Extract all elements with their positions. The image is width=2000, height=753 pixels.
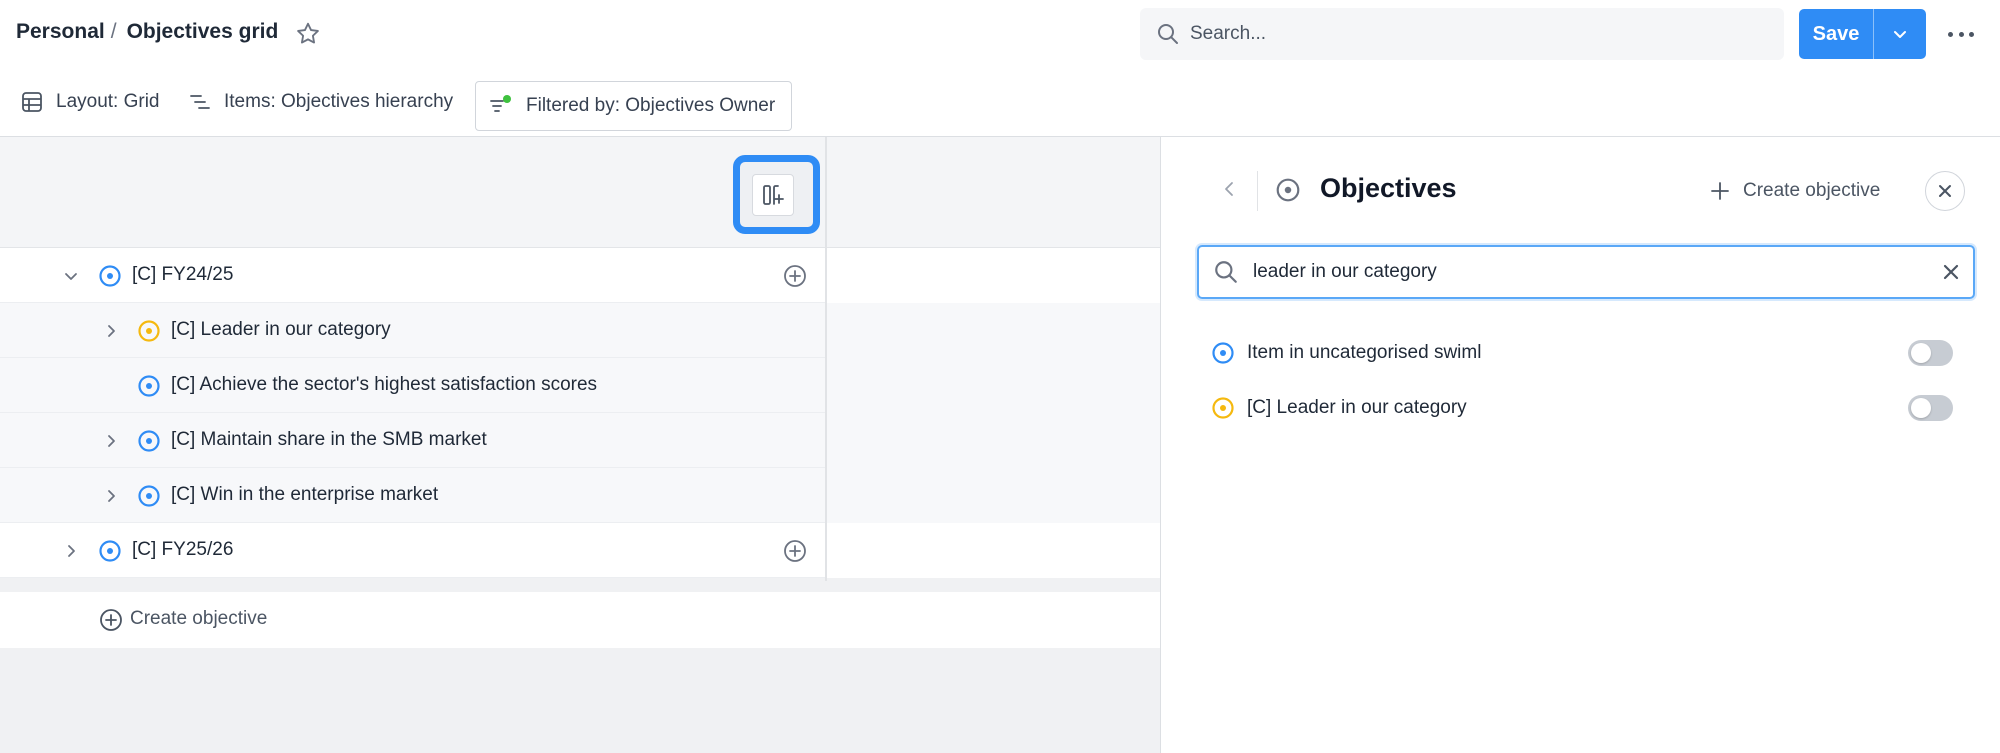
objective-icon — [99, 265, 121, 287]
save-options-button[interactable] — [1874, 9, 1926, 59]
close-icon — [1939, 185, 1951, 197]
clear-search-icon[interactable] — [1941, 262, 1961, 282]
filter-label: Filtered by: Objectives Owner — [526, 95, 776, 116]
list-item[interactable]: Item in uncategorised swiml — [1211, 333, 1971, 373]
result-label: Item in uncategorised swiml — [1247, 342, 1482, 363]
filter-icon — [490, 95, 511, 112]
panel-search-input[interactable] — [1253, 261, 1913, 283]
row-label[interactable]: [C] Maintain share in the SMB market — [171, 429, 487, 451]
items-button[interactable]: Items: Objectives hierarchy — [188, 82, 453, 122]
table-row[interactable]: [C] FY24/25 — [0, 248, 1160, 303]
breadcrumb-parent[interactable]: Personal — [16, 20, 105, 44]
grid-cell[interactable] — [827, 523, 1160, 578]
objective-icon — [138, 320, 160, 342]
objective-icon — [138, 375, 160, 397]
chevron-right-icon[interactable] — [102, 322, 120, 340]
objective-icon — [138, 430, 160, 452]
create-objective-label: Create objective — [1743, 180, 1881, 201]
toggle-knob — [1911, 343, 1931, 363]
create-objective-button[interactable]: Create objective — [1709, 177, 1880, 205]
save-split-button: Save — [1799, 9, 1926, 59]
add-circle-icon — [100, 609, 122, 631]
objective-icon — [1212, 342, 1234, 364]
objectives-grid: [C] FY24/25 [C] Leader in our category [… — [0, 137, 1160, 753]
save-button[interactable]: Save — [1799, 9, 1874, 59]
filter-button[interactable]: Filtered by: Objectives Owner — [475, 81, 793, 131]
panel-search[interactable] — [1197, 245, 1975, 299]
table-row[interactable]: [C] Win in the enterprise market — [0, 468, 1160, 523]
more-dot-icon — [1948, 31, 1953, 37]
objective-icon — [99, 540, 121, 562]
objective-icon — [138, 485, 160, 507]
chevron-left-icon[interactable] — [1219, 179, 1239, 199]
chevron-right-icon[interactable] — [62, 542, 80, 560]
grid-layout-icon — [22, 92, 42, 112]
grid-header — [0, 137, 1160, 248]
result-label: [C] Leader in our category — [1247, 397, 1467, 418]
add-column-icon — [763, 185, 784, 205]
create-objective-row[interactable]: Create objective — [0, 592, 1160, 648]
close-panel-button[interactable] — [1925, 171, 1965, 211]
panel-title: Objectives — [1320, 173, 1457, 203]
more-dot-icon — [1958, 31, 1964, 37]
more-options-button[interactable] — [1944, 20, 1978, 48]
breadcrumb: Personal / Objectives grid — [16, 20, 278, 44]
add-column-button[interactable] — [752, 174, 794, 216]
row-label[interactable]: [C] Win in the enterprise market — [171, 484, 438, 506]
table-row[interactable]: [C] Maintain share in the SMB market — [0, 413, 1160, 468]
grid-cell[interactable] — [827, 358, 1160, 413]
row-label[interactable]: [C] Leader in our category — [171, 319, 391, 341]
add-column-highlight — [733, 155, 820, 234]
include-toggle[interactable] — [1908, 340, 1953, 366]
layout-button[interactable]: Layout: Grid — [20, 82, 160, 122]
table-row[interactable]: [C] FY25/26 — [0, 523, 1160, 578]
search-icon — [1215, 261, 1237, 283]
hierarchy-icon — [190, 95, 210, 109]
header-divider — [1257, 171, 1258, 211]
search-icon — [1158, 24, 1178, 44]
chevron-down-icon[interactable] — [62, 267, 80, 285]
add-child-icon[interactable] — [783, 539, 807, 563]
row-label[interactable]: [C] FY24/25 — [132, 264, 233, 286]
grid-cell[interactable] — [827, 413, 1160, 468]
chevron-right-icon[interactable] — [102, 432, 120, 450]
search-input[interactable] — [1190, 23, 1750, 45]
chevron-down-icon — [1894, 31, 1906, 38]
plus-icon — [1711, 182, 1729, 200]
table-row[interactable]: [C] Leader in our category — [0, 303, 1160, 358]
add-child-icon[interactable] — [783, 264, 807, 288]
objectives-side-panel: Objectives Create objective Item in unca… — [1160, 137, 2000, 753]
view-toolbar: Layout: Grid Items: Objectives hierarchy… — [0, 68, 2000, 136]
table-row[interactable]: [C] Achieve the sector's highest satisfa… — [0, 358, 1160, 413]
list-item[interactable]: [C] Leader in our category — [1211, 388, 1971, 428]
objective-icon — [1276, 178, 1300, 202]
row-label[interactable]: [C] FY25/26 — [132, 539, 233, 561]
breadcrumb-separator: / — [110, 20, 117, 43]
page-title: Objectives grid — [126, 20, 279, 43]
global-search[interactable] — [1140, 8, 1784, 60]
favorite-star-icon[interactable] — [294, 20, 322, 48]
layout-label: Layout: Grid — [56, 91, 160, 112]
include-toggle[interactable] — [1908, 395, 1953, 421]
create-objective-label[interactable]: Create objective — [130, 608, 267, 630]
chevron-right-icon[interactable] — [102, 487, 120, 505]
toggle-knob — [1911, 398, 1931, 418]
column-divider[interactable] — [825, 137, 827, 581]
objective-icon — [1212, 397, 1234, 419]
items-label: Items: Objectives hierarchy — [224, 91, 454, 112]
grid-cell[interactable] — [827, 303, 1160, 358]
row-label[interactable]: [C] Achieve the sector's highest satisfa… — [171, 374, 597, 396]
top-bar: Personal / Objectives grid Save — [0, 0, 2000, 68]
more-dot-icon — [1969, 31, 1974, 37]
grid-cell[interactable] — [827, 248, 1160, 303]
grid-cell[interactable] — [827, 468, 1160, 523]
